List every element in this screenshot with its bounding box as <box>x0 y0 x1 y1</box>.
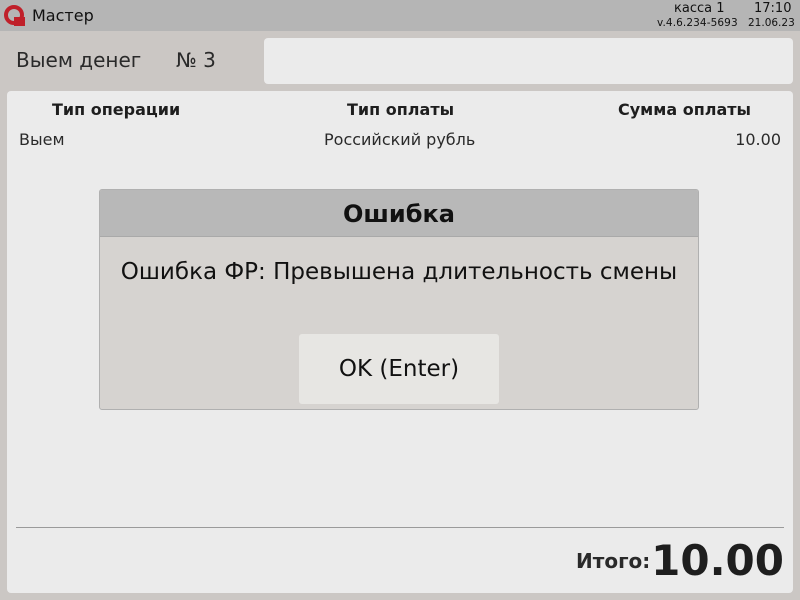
header-operation-type: Тип операции <box>52 100 181 119</box>
date-label: 21.06.23 <box>748 17 795 29</box>
error-dialog: Ошибка Ошибка ФР: Превышена длительность… <box>99 189 699 410</box>
header-payment-sum: Сумма оплаты <box>618 100 751 119</box>
document-number: № 3 <box>176 48 216 72</box>
row-operation-type: Выем <box>19 130 65 149</box>
top-input-field[interactable] <box>264 38 793 84</box>
app-name: Мастер <box>32 6 94 25</box>
cash-register-logo-icon <box>4 5 25 26</box>
kassa-label: касса 1 <box>674 1 725 16</box>
title-bar: Мастер касса 1 17:10 v.4.6.234-5693 21.0… <box>0 0 800 31</box>
error-dialog-title: Ошибка <box>343 200 455 228</box>
total-value: 10.00 <box>651 536 784 585</box>
error-dialog-header: Ошибка <box>100 190 698 237</box>
total-divider <box>16 527 784 528</box>
error-dialog-message: Ошибка ФР: Превышена длительность смены <box>120 259 678 285</box>
total-label: Итого: <box>576 549 651 573</box>
row-payment-type: Российский рубль <box>324 130 476 149</box>
version-label: v.4.6.234-5693 <box>657 17 738 29</box>
document-title: Выем денег <box>16 48 142 72</box>
header-payment-type: Тип оплаты <box>347 100 455 119</box>
row-payment-sum: 10.00 <box>735 130 781 149</box>
clock: 17:10 <box>754 1 792 16</box>
ok-button[interactable]: OK (Enter) <box>299 334 499 404</box>
